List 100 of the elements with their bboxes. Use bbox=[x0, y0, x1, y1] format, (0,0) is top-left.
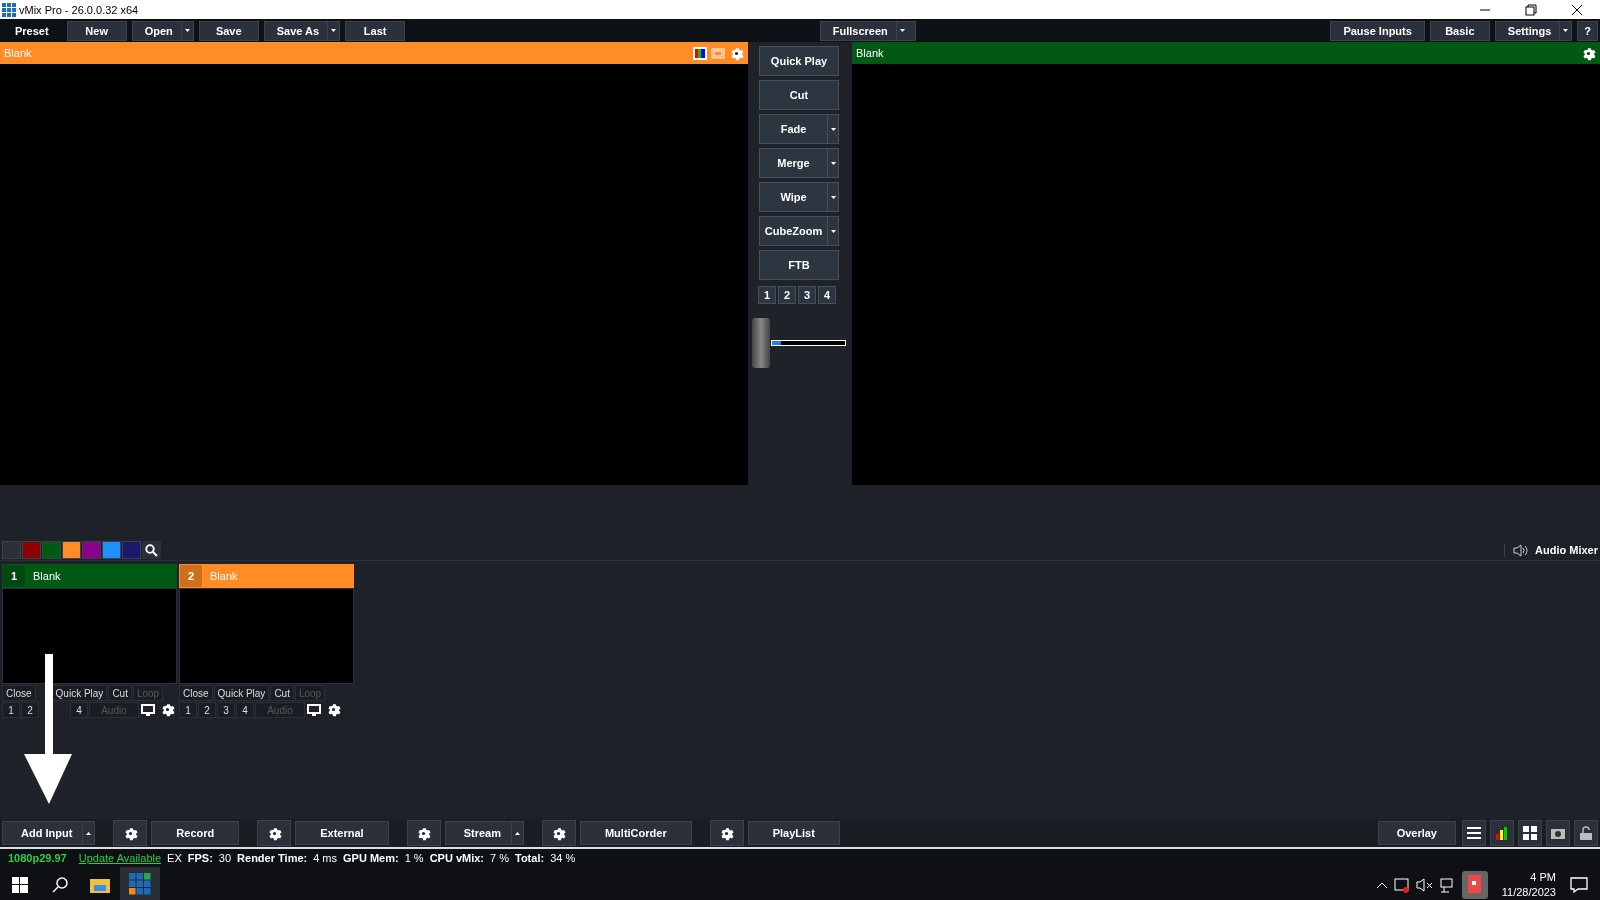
settings-icon[interactable] bbox=[551, 825, 567, 841]
transition-button[interactable]: FTB bbox=[759, 250, 839, 280]
t-bar-handle[interactable] bbox=[752, 318, 770, 368]
floating-app-icon[interactable] bbox=[1461, 871, 1488, 899]
app-taskbar-icon[interactable] bbox=[129, 873, 151, 895]
input-number-button[interactable]: 2 bbox=[198, 702, 216, 718]
menu-button[interactable]: Basic bbox=[1429, 20, 1490, 41]
transition-button[interactable]: Cut bbox=[759, 80, 839, 110]
audio-levels-icon[interactable] bbox=[1495, 826, 1509, 840]
overlay-button[interactable]: Overlay bbox=[1377, 821, 1456, 845]
color-filter-swatch[interactable] bbox=[62, 541, 81, 559]
settings-icon[interactable] bbox=[729, 45, 744, 61]
bottom-bar-button[interactable]: Add Input bbox=[2, 821, 96, 845]
stat-label: GPU Mem: bbox=[343, 852, 399, 864]
color-filter-swatch[interactable] bbox=[122, 541, 141, 559]
caret-icon bbox=[830, 229, 836, 233]
caret-icon bbox=[830, 161, 836, 165]
chevron-up-icon[interactable] bbox=[1375, 881, 1388, 889]
preview-header: Blank bbox=[0, 42, 748, 64]
transition-number-button[interactable]: 2 bbox=[778, 286, 796, 304]
windows-start-icon[interactable] bbox=[12, 877, 28, 893]
bottom-bar-button[interactable]: MultiCorder bbox=[579, 821, 692, 845]
input-settings-icon[interactable] bbox=[160, 701, 175, 717]
input-action-button[interactable]: Quick Play bbox=[51, 685, 108, 701]
monitor-icon[interactable] bbox=[306, 703, 322, 717]
network-icon[interactable] bbox=[1439, 877, 1456, 893]
video-format: 1080p29.97 bbox=[8, 852, 67, 864]
input-number-button[interactable]: 2 bbox=[21, 702, 39, 718]
transition-button[interactable]: Fade bbox=[759, 114, 839, 144]
caret-icon bbox=[899, 29, 905, 32]
transition-button[interactable]: Quick Play bbox=[759, 46, 839, 76]
input-action-button[interactable]: Cut bbox=[270, 685, 294, 701]
transition-button[interactable]: Wipe bbox=[759, 182, 839, 212]
color-filter-swatch[interactable] bbox=[82, 541, 101, 559]
lock-icon[interactable] bbox=[1580, 826, 1592, 840]
search-icon[interactable] bbox=[145, 543, 158, 557]
transition-button[interactable]: CubeZoom bbox=[759, 216, 839, 246]
fullscreen-button[interactable]: Fullscreen bbox=[819, 20, 916, 41]
grid-icon[interactable] bbox=[1523, 826, 1537, 840]
input-number-button[interactable]: 1 bbox=[179, 702, 197, 718]
menu-button[interactable]: Open bbox=[131, 20, 194, 41]
stat-value: 30 bbox=[218, 852, 232, 864]
list-icon[interactable] bbox=[1467, 827, 1481, 839]
settings-icon[interactable] bbox=[1581, 45, 1596, 61]
audio-mixer-button[interactable]: Audio Mixer bbox=[1535, 544, 1598, 556]
input-number-button[interactable]: 4 bbox=[70, 702, 88, 718]
color-filter-swatch[interactable] bbox=[2, 541, 21, 559]
menu-button[interactable]: Save As bbox=[263, 20, 341, 41]
input-header[interactable]: 2 Blank bbox=[179, 564, 354, 588]
caret-icon bbox=[1563, 29, 1569, 32]
stat-label: Render Time: bbox=[237, 852, 308, 864]
transition-number-button[interactable]: 4 bbox=[818, 286, 836, 304]
color-filter-swatch[interactable] bbox=[102, 541, 121, 559]
input-number-button[interactable]: 1 bbox=[2, 702, 20, 718]
menu-button[interactable]: Save bbox=[198, 20, 259, 41]
input-action-button[interactable]: Close bbox=[179, 685, 213, 701]
muted-speaker-icon[interactable] bbox=[1415, 878, 1434, 892]
menu-button[interactable]: ? bbox=[1577, 20, 1598, 41]
output-header: Blank bbox=[852, 42, 1600, 64]
input-number-button[interactable]: 3 bbox=[217, 702, 235, 718]
app-logo-icon bbox=[2, 2, 16, 17]
caret-icon bbox=[331, 29, 337, 32]
input-number-button[interactable]: 4 bbox=[236, 702, 254, 718]
menu-button[interactable]: Last bbox=[345, 20, 406, 41]
color-filter-swatch[interactable] bbox=[22, 541, 41, 559]
update-link[interactable]: Update Available bbox=[78, 852, 162, 864]
bottom-bar-button[interactable]: External bbox=[295, 821, 389, 845]
bottom-bar-button[interactable]: Record bbox=[151, 821, 240, 845]
input-action-button[interactable]: Quick Play bbox=[213, 685, 270, 701]
input-settings-icon[interactable] bbox=[326, 701, 341, 717]
input-header[interactable]: 1 Blank bbox=[2, 564, 177, 588]
search-icon[interactable] bbox=[52, 877, 68, 893]
stat-label: CPU vMix: bbox=[429, 852, 485, 864]
color-filter-swatch[interactable] bbox=[42, 541, 61, 559]
input-action-button[interactable]: Close bbox=[2, 685, 36, 701]
tray-app-icon[interactable] bbox=[1393, 877, 1410, 893]
caret-icon bbox=[86, 831, 92, 835]
speaker-icon bbox=[1513, 543, 1530, 557]
menu-button[interactable]: New bbox=[66, 20, 127, 41]
monitor-icon[interactable] bbox=[140, 703, 156, 717]
preset-tab[interactable]: Preset bbox=[2, 20, 62, 41]
bottom-bar-button[interactable]: PlayList bbox=[747, 821, 840, 845]
stat-label: FPS: bbox=[187, 852, 213, 864]
camera-icon[interactable] bbox=[1551, 827, 1565, 839]
folder-icon[interactable] bbox=[90, 877, 110, 893]
input-action-button[interactable]: Cut bbox=[108, 685, 132, 701]
settings-icon[interactable] bbox=[416, 825, 432, 841]
caret-icon bbox=[514, 831, 520, 835]
notification-icon[interactable] bbox=[1570, 877, 1588, 893]
stat-label: Total: bbox=[515, 852, 545, 864]
settings-icon[interactable] bbox=[719, 825, 735, 841]
menu-button[interactable]: Pause Inputs bbox=[1330, 20, 1425, 41]
transition-number-button[interactable]: 1 bbox=[758, 286, 776, 304]
color-bars-icon[interactable] bbox=[693, 46, 707, 60]
clock-date: 11/28/2023 bbox=[1501, 885, 1556, 900]
bottom-bar-button[interactable]: Stream bbox=[444, 821, 524, 845]
transition-number-button[interactable]: 3 bbox=[798, 286, 816, 304]
menu-button[interactable]: Settings bbox=[1494, 20, 1573, 41]
transition-button[interactable]: Merge bbox=[759, 148, 839, 178]
caret-icon bbox=[184, 29, 190, 32]
